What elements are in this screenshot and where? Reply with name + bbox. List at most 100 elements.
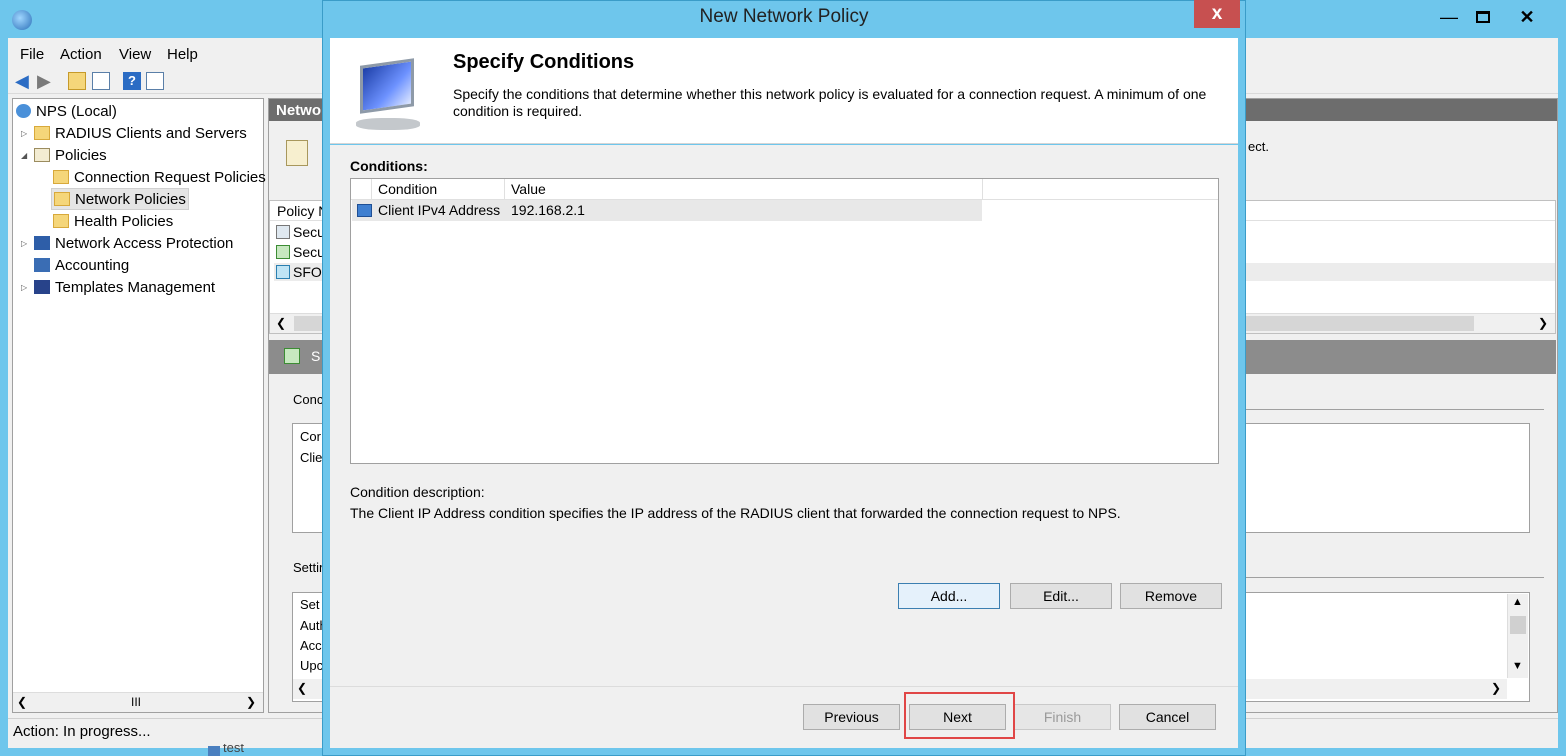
scroll-thumb-grip[interactable]: III xyxy=(131,695,141,709)
policy-row[interactable]: Secu xyxy=(274,243,325,261)
tree-item-templates-management[interactable]: ▷ Templates Management xyxy=(21,276,215,298)
policy-enabled-icon xyxy=(276,245,290,259)
folder-icon xyxy=(53,170,69,184)
page-title: Specify Conditions xyxy=(453,51,635,73)
tree-item-label: Policies xyxy=(55,146,107,164)
background-item-icon xyxy=(208,746,220,756)
scroll-up-icon[interactable]: ▲ xyxy=(1512,596,1523,608)
scroll-right-icon[interactable]: ❯ xyxy=(246,695,256,709)
templates-icon xyxy=(34,280,50,294)
policy-list-column-name[interactable]: Policy N xyxy=(277,203,328,219)
finish-button[interactable]: Finish xyxy=(1014,704,1111,730)
details-info-text: ect. xyxy=(1248,139,1269,154)
scroll-left-icon[interactable]: ❮ xyxy=(17,695,27,709)
condition-description-text: The Client IP Address condition specifie… xyxy=(350,505,1121,521)
tree-item-radius-clients[interactable]: ▷ RADIUS Clients and Servers xyxy=(21,122,247,144)
monitor-base xyxy=(356,118,420,130)
minimize-icon[interactable]: — xyxy=(1432,4,1466,30)
cancel-button[interactable]: Cancel xyxy=(1119,704,1216,730)
forward-arrow-icon[interactable]: ▶ xyxy=(37,72,55,90)
menu-action[interactable]: Action xyxy=(60,46,102,63)
next-button-highlight-box xyxy=(904,692,1015,739)
status-text: Action: In progress... xyxy=(13,723,151,740)
network-policies-icon xyxy=(54,192,70,206)
conditions-divider xyxy=(1246,409,1544,410)
tree-item-accounting[interactable]: Accounting xyxy=(34,254,129,276)
scroll-left-icon[interactable]: ❮ xyxy=(276,316,286,330)
conditions-box-row: Clie xyxy=(300,450,323,465)
edit-button[interactable]: Edit... xyxy=(1010,583,1112,609)
back-arrow-icon[interactable]: ◀ xyxy=(15,72,33,90)
monitor-icon xyxy=(352,58,428,138)
maximize-icon[interactable] xyxy=(1466,4,1500,30)
tree-item-label: Health Policies xyxy=(74,212,174,230)
folder-icon xyxy=(34,126,50,140)
column-header-value[interactable]: Value xyxy=(505,179,983,200)
scroll-thumb[interactable] xyxy=(1510,616,1526,634)
scroll-left-icon[interactable]: ❮ xyxy=(297,681,307,695)
tree-item-network-policies[interactable]: Network Policies xyxy=(51,188,189,210)
add-button[interactable]: Add... xyxy=(898,583,1000,609)
tree-item-label: NPS (Local) xyxy=(36,102,117,120)
tree-item-network-access-protection[interactable]: ▷ Network Access Protection xyxy=(21,232,233,254)
close-icon[interactable]: ✕ xyxy=(1510,4,1544,30)
previous-button[interactable]: Previous xyxy=(803,704,900,730)
policy-status-icon xyxy=(284,348,300,364)
settings-row: Upc xyxy=(300,658,324,673)
background-item-label: test xyxy=(223,744,244,755)
condition-description-label: Condition description: xyxy=(350,484,485,500)
up-folder-icon[interactable] xyxy=(68,72,86,90)
settings-divider xyxy=(1246,577,1544,578)
collapse-arrow-icon[interactable]: ◢ xyxy=(21,151,31,160)
policy-doc-icon xyxy=(286,140,308,166)
expand-arrow-icon[interactable]: ▷ xyxy=(21,239,31,248)
close-icon: x xyxy=(1211,3,1223,24)
settings-row: Set xyxy=(300,597,320,612)
tree-item-policies[interactable]: ◢ Policies xyxy=(21,144,107,166)
menu-help[interactable]: Help xyxy=(167,46,198,63)
tree-horizontal-scrollbar[interactable]: ❮ III ❯ xyxy=(13,692,263,712)
column-header-filler xyxy=(983,179,1218,200)
column-header-condition[interactable]: Condition xyxy=(372,179,505,200)
conditions-label: Conditions: xyxy=(350,158,428,174)
tree-item-label: RADIUS Clients and Servers xyxy=(55,124,247,142)
conditions-section-label: Conc xyxy=(293,392,324,407)
nps-app-icon xyxy=(12,10,32,30)
condition-name: Client IPv4 Address xyxy=(378,202,501,218)
details-header-title: Netwo xyxy=(276,102,321,119)
page-subtitle: Specify the conditions that determine wh… xyxy=(453,86,1207,119)
action-pane-icon[interactable] xyxy=(146,72,164,90)
remove-button[interactable]: Remove xyxy=(1120,583,1222,609)
scroll-down-icon[interactable]: ▼ xyxy=(1512,660,1523,672)
policy-row[interactable]: Secu xyxy=(274,223,325,241)
expand-arrow-icon[interactable]: ▷ xyxy=(21,283,31,292)
tree-item-label: Network Access Protection xyxy=(55,234,234,252)
network-condition-icon xyxy=(357,204,372,217)
scroll-right-icon[interactable]: ❯ xyxy=(1491,681,1501,695)
menu-file[interactable]: File xyxy=(20,46,44,63)
policy-enabled-icon xyxy=(276,265,290,279)
tree-item-health-policies[interactable]: Health Policies xyxy=(53,210,173,232)
menu-view[interactable]: View xyxy=(119,46,151,63)
scroll-right-icon[interactable]: ❯ xyxy=(1538,316,1548,330)
help-icon[interactable]: ? xyxy=(123,72,141,90)
dialog-title: New Network Policy xyxy=(699,6,869,27)
dialog-close-button[interactable]: x xyxy=(1194,0,1240,28)
console-tree: NPS (Local) ▷ RADIUS Clients and Servers… xyxy=(12,98,266,713)
tree-item-label: Network Policies xyxy=(75,190,186,208)
background-item: test xyxy=(200,744,320,756)
policy-name: Secu xyxy=(293,224,325,240)
monitor-screen xyxy=(360,58,414,114)
expand-arrow-icon[interactable]: ▷ xyxy=(21,129,31,138)
folder-icon xyxy=(53,214,69,228)
conditions-box-header: Cor xyxy=(300,429,321,444)
policy-name: SFO xyxy=(293,264,322,280)
tree-item-label: Templates Management xyxy=(55,278,216,296)
tree-item-label: Accounting xyxy=(55,256,130,274)
tree-item-nps-local[interactable]: NPS (Local) xyxy=(16,100,117,122)
settings-row: Acc xyxy=(300,638,322,653)
globe-icon xyxy=(16,104,31,118)
settings-vscroll[interactable]: ▲ ▼ xyxy=(1507,594,1528,678)
tree-item-connection-request-policies[interactable]: Connection Request Policies xyxy=(53,166,266,188)
show-hide-tree-icon[interactable] xyxy=(92,72,110,90)
